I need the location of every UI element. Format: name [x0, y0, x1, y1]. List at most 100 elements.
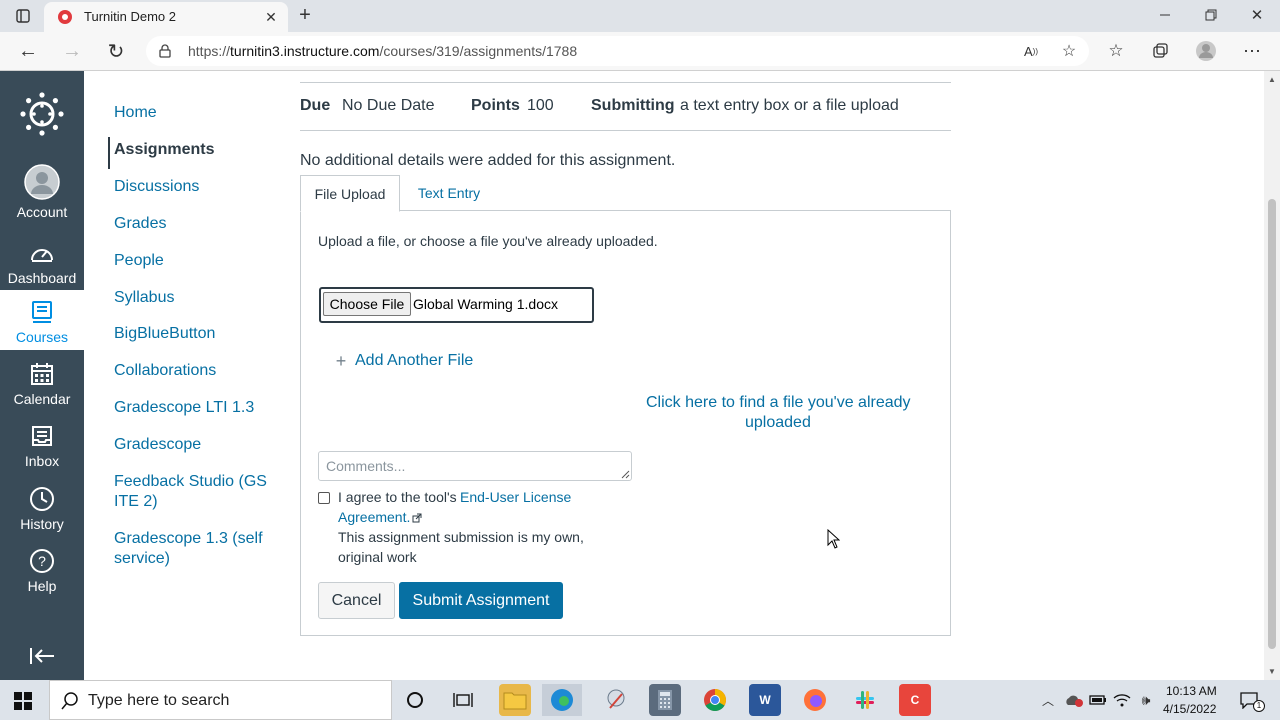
edge-browser-icon[interactable] — [542, 684, 582, 716]
plus-icon[interactable]: + — [332, 351, 350, 371]
tab-text-entry[interactable]: Text Entry — [404, 175, 494, 210]
chrome-icon[interactable] — [699, 684, 731, 716]
address-bar-row: ← → ↻ https://turnitin3.instructure.com/… — [0, 32, 1280, 71]
inbox-icon — [28, 422, 56, 450]
browser-tab[interactable]: Turnitin Demo 2 ✕ — [44, 2, 288, 32]
nav-help-label: Help — [27, 578, 57, 594]
own-work-statement-line2: original work — [338, 549, 417, 565]
file-explorer-icon[interactable] — [499, 684, 531, 716]
own-work-statement: This assignment submission is my own, — [338, 529, 584, 545]
course-nav-gradescope-self-line2[interactable]: service) — [114, 549, 170, 569]
file-input[interactable]: Choose File Global Warming 1.docx — [319, 287, 594, 323]
search-icon — [60, 691, 80, 711]
agree-checkbox[interactable] — [318, 492, 330, 504]
course-nav-feedback-studio[interactable]: Feedback Studio (GS — [114, 472, 267, 492]
help-icon: ? — [28, 547, 56, 575]
course-nav-grades[interactable]: Grades — [114, 214, 166, 234]
collapse-nav-icon[interactable] — [28, 645, 56, 667]
task-view-icon[interactable] — [452, 689, 474, 711]
show-hidden-icons-icon[interactable]: ︿ — [1040, 692, 1056, 708]
scroll-up-icon[interactable]: ▲ — [1267, 75, 1277, 84]
header-divider-bottom — [300, 130, 951, 131]
onedrive-icon[interactable] — [1064, 691, 1084, 709]
cancel-button[interactable]: Cancel — [318, 582, 395, 619]
wifi-icon[interactable] — [1112, 691, 1132, 709]
tab-title: Turnitin Demo 2 — [84, 9, 176, 24]
nav-history-label: History — [20, 516, 64, 532]
lock-icon[interactable] — [156, 42, 174, 60]
minimize-icon[interactable] — [1156, 6, 1174, 24]
nav-calendar[interactable]: Calendar — [0, 356, 84, 418]
more-menu-icon[interactable]: ⋯ — [1240, 40, 1264, 62]
dashboard-icon — [28, 239, 56, 267]
nav-history[interactable]: History — [0, 481, 84, 543]
browser-tab-bar: Turnitin Demo 2 ✕ + ✕ — [0, 0, 1280, 32]
read-aloud-icon[interactable]: A)) — [1020, 42, 1042, 60]
course-nav-gradescope[interactable]: Gradescope — [114, 435, 201, 455]
comments-textarea[interactable]: Comments... — [318, 451, 632, 481]
firefox-icon[interactable] — [799, 684, 831, 716]
word-icon[interactable]: W — [749, 684, 781, 716]
back-icon[interactable]: ← — [16, 40, 40, 62]
collections-icon[interactable] — [1148, 40, 1172, 62]
scroll-down-icon[interactable]: ▼ — [1267, 667, 1277, 676]
nav-help[interactable]: ? Help — [0, 543, 84, 605]
find-uploaded-file-link-line2[interactable]: uploaded — [745, 414, 811, 432]
nav-dashboard[interactable]: Dashboard — [0, 235, 84, 297]
nav-dashboard-label: Dashboard — [7, 270, 77, 286]
add-favorite-icon[interactable]: ☆ — [1058, 41, 1080, 61]
new-tab-icon[interactable]: + — [294, 4, 316, 26]
slack-icon[interactable] — [849, 684, 881, 716]
restore-icon[interactable] — [1202, 6, 1220, 24]
close-window-icon[interactable]: ✕ — [1248, 6, 1266, 24]
nav-account[interactable]: Account — [0, 162, 84, 224]
course-nav-gradescope-lti[interactable]: Gradescope LTI 1.3 — [114, 398, 254, 418]
course-nav-gradescope-self[interactable]: Gradescope 1.3 (self — [114, 529, 263, 549]
course-nav-home[interactable]: Home — [114, 103, 157, 123]
submitting-label: Submitting — [591, 97, 675, 114]
camtasia-icon[interactable]: C — [899, 684, 931, 716]
close-tab-icon[interactable]: ✕ — [262, 8, 280, 26]
snipping-tool-icon[interactable] — [600, 684, 632, 716]
course-nav-feedback-studio-line2[interactable]: ITE 2) — [114, 492, 158, 512]
course-nav-discussions[interactable]: Discussions — [114, 177, 199, 197]
tab-actions-icon[interactable] — [12, 6, 34, 26]
eula-link[interactable]: End-User License — [460, 489, 571, 505]
add-another-file-link[interactable]: Add Another File — [355, 352, 473, 370]
favorites-icon[interactable]: ☆ — [1104, 40, 1128, 62]
refresh-icon[interactable]: ↻ — [104, 40, 128, 63]
user-avatar-icon — [24, 164, 60, 200]
canvas-logo-icon[interactable] — [19, 91, 65, 137]
windows-start-icon[interactable] — [12, 690, 34, 712]
mouse-cursor-icon — [826, 529, 840, 549]
course-nav-collaborations[interactable]: Collaborations — [114, 361, 216, 381]
calculator-icon[interactable] — [649, 684, 681, 716]
submit-assignment-button[interactable]: Submit Assignment — [399, 582, 563, 619]
page-scrollbar[interactable]: ▲ ▼ — [1264, 71, 1280, 680]
submitting-value: a text entry box or a file upload — [680, 97, 899, 114]
nav-inbox[interactable]: Inbox — [0, 418, 84, 480]
taskbar-search[interactable]: Type here to search — [49, 680, 392, 720]
course-nav-syllabus[interactable]: Syllabus — [114, 288, 174, 308]
url-path: /courses/319/assignments/1788 — [379, 43, 578, 59]
eula-link-line2[interactable]: Agreement. — [338, 509, 410, 525]
scrollbar-thumb[interactable] — [1268, 199, 1276, 649]
nav-account-label: Account — [16, 204, 68, 220]
battery-icon[interactable] — [1088, 691, 1108, 709]
url-field[interactable]: https://turnitin3.instructure.com/course… — [146, 36, 1089, 66]
tab-file-upload[interactable]: File Upload — [300, 175, 400, 212]
clock-date[interactable]: 4/15/2022 — [1163, 702, 1216, 716]
cortana-icon[interactable] — [404, 689, 426, 711]
nav-courses[interactable]: Courses — [0, 290, 84, 350]
clock-time[interactable]: 10:13 AM — [1166, 684, 1217, 698]
course-nav-assignments[interactable]: Assignments — [114, 140, 214, 160]
course-nav-people[interactable]: People — [114, 251, 164, 271]
volume-icon[interactable]: 🕪 — [1136, 691, 1156, 709]
find-uploaded-file-link[interactable]: Click here to find a file you've already — [646, 394, 911, 412]
profile-avatar-icon[interactable] — [1194, 40, 1218, 62]
choose-file-button[interactable]: Choose File — [323, 292, 411, 316]
book-icon — [28, 298, 56, 326]
resize-handle-icon[interactable] — [619, 468, 631, 480]
forward-icon: → — [62, 39, 82, 62]
course-nav-bigbluebutton[interactable]: BigBlueButton — [114, 324, 215, 344]
